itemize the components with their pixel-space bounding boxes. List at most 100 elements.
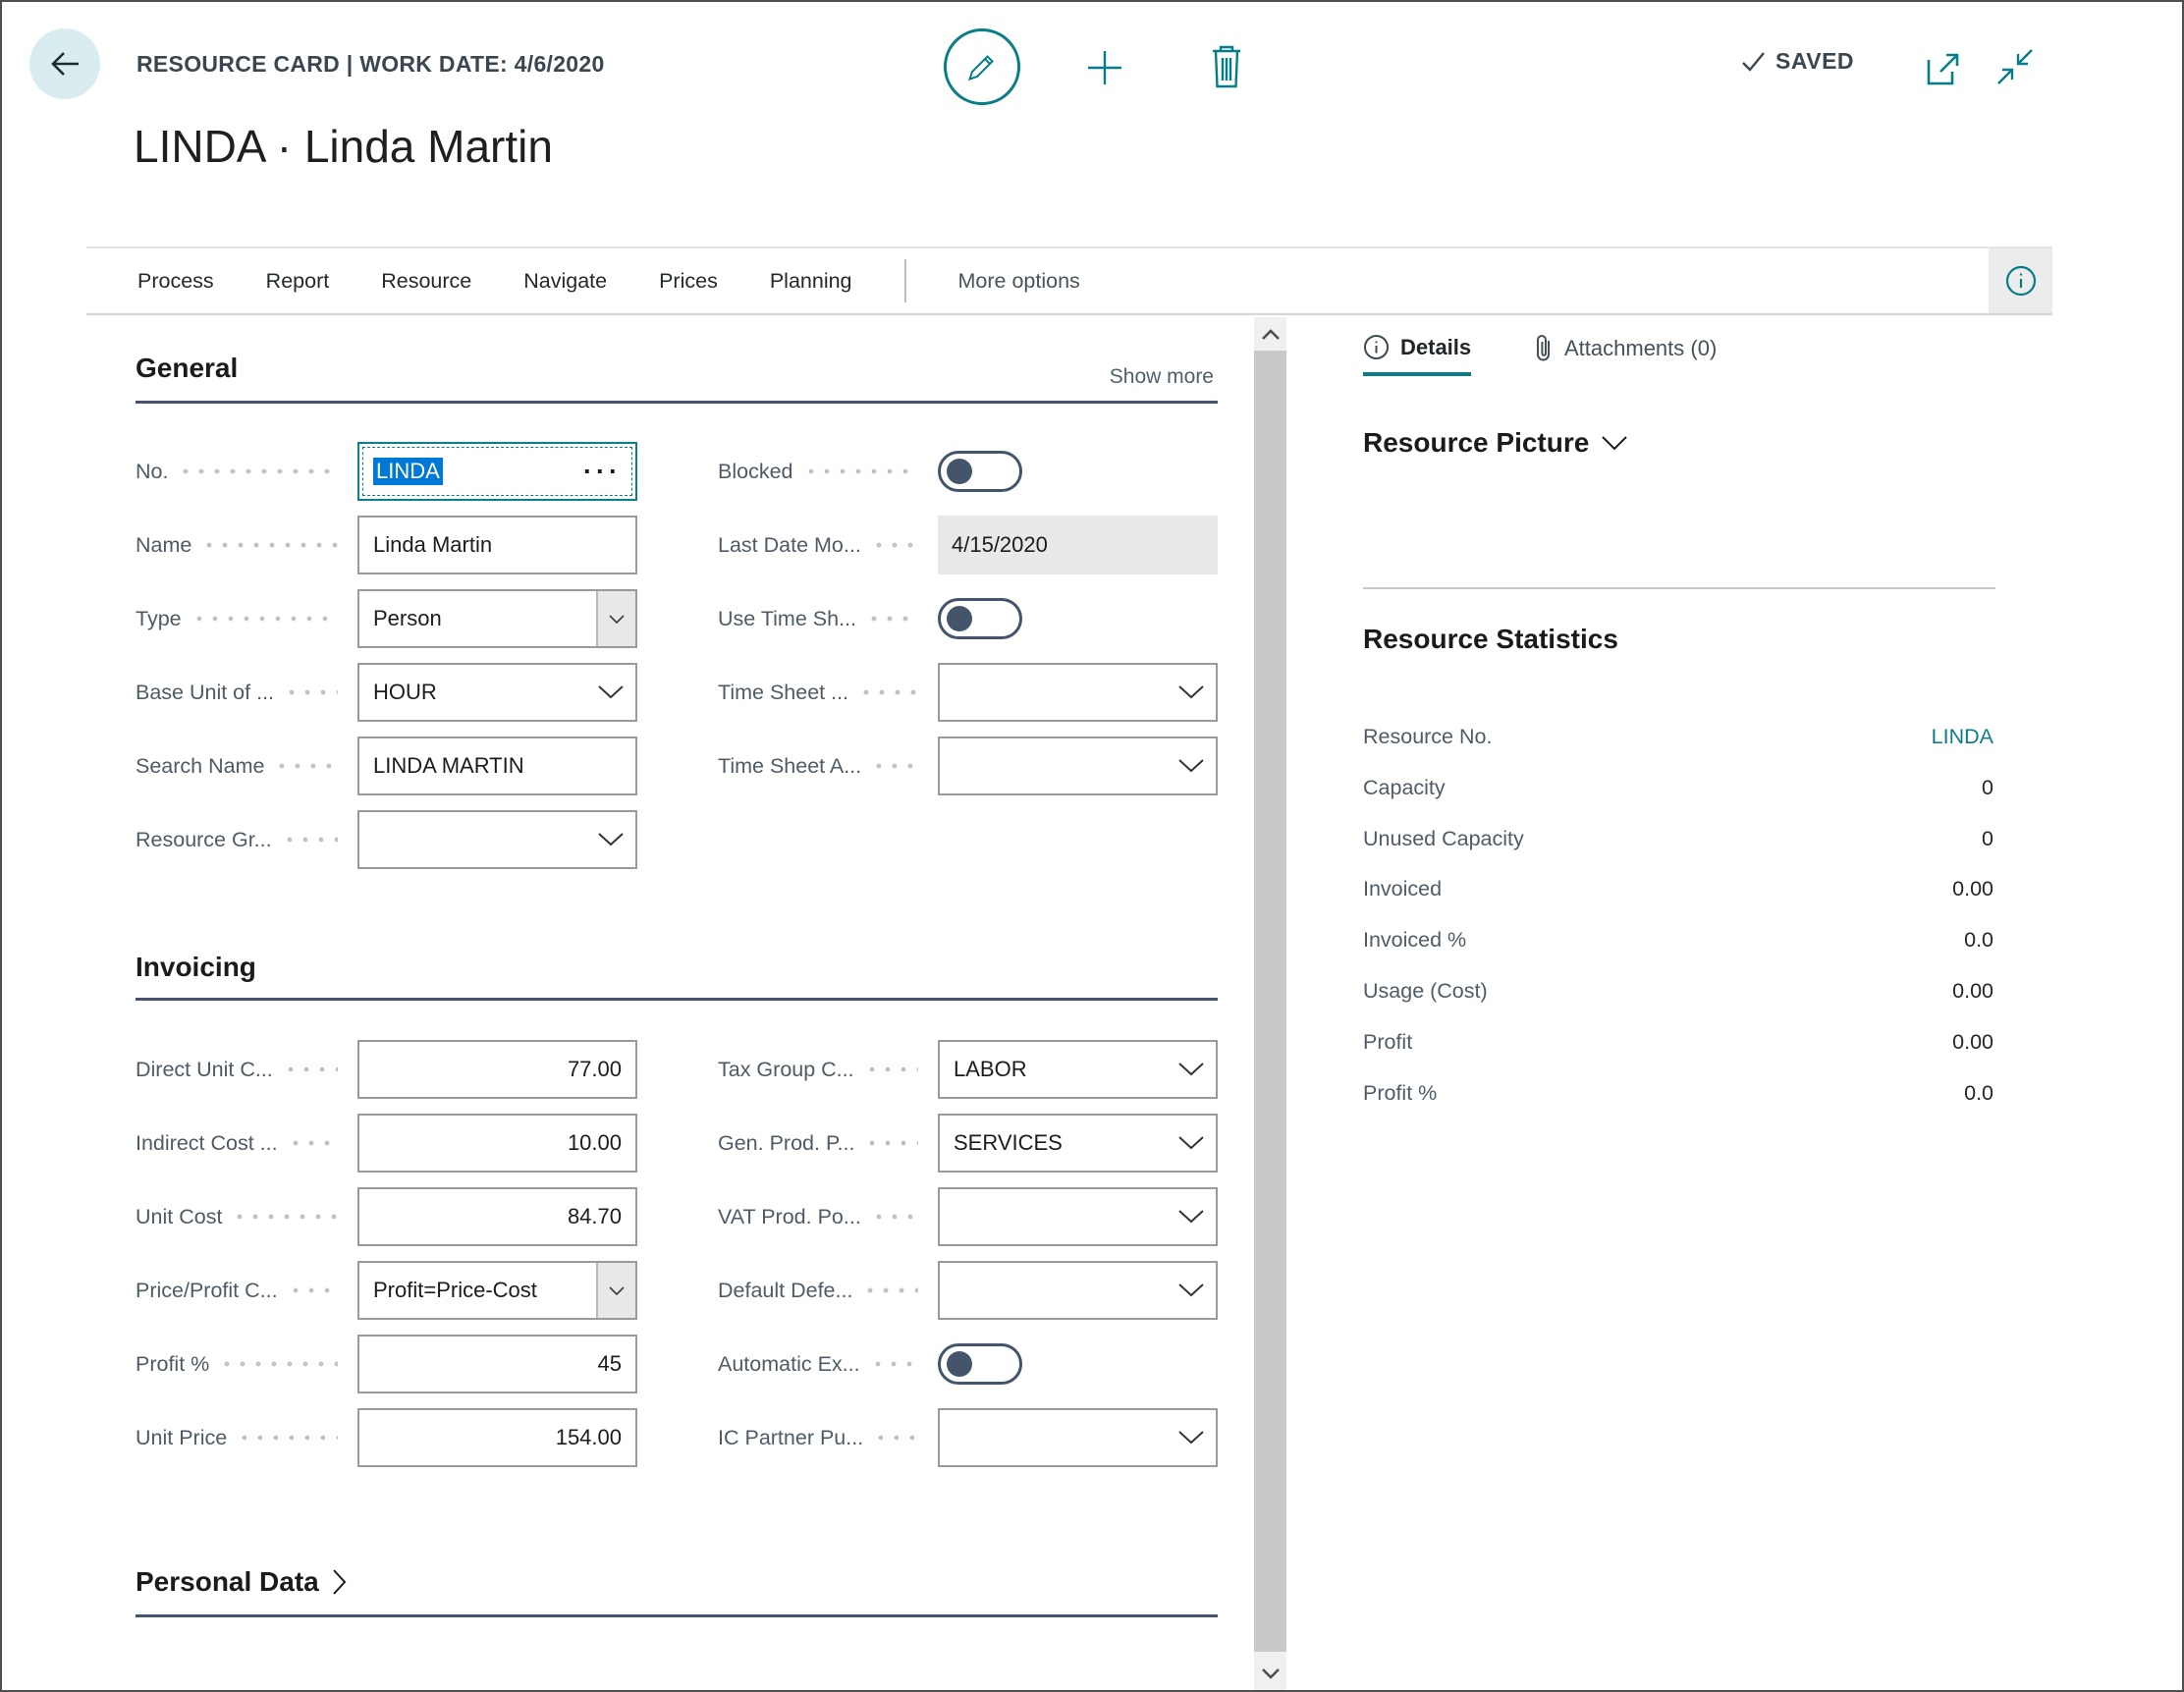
base-unit-dropdown[interactable]: HOUR xyxy=(357,663,637,722)
delete-button[interactable] xyxy=(1202,41,1251,92)
type-dropdown-button[interactable] xyxy=(596,591,635,646)
back-button[interactable] xyxy=(29,28,100,99)
stat-label: Invoiced % xyxy=(1363,928,1466,953)
general-section-heading[interactable]: General xyxy=(136,353,238,384)
stat-row-profit-pct: Profit % 0.0 xyxy=(1363,1067,1993,1119)
paperclip-icon xyxy=(1534,334,1554,363)
dotted-leader xyxy=(283,1066,338,1072)
popout-icon xyxy=(1925,50,1962,87)
field-row: Name Linda Martin xyxy=(136,516,637,574)
unit-price-input[interactable]: 154.00 xyxy=(357,1408,637,1467)
menu-item-process[interactable]: Process xyxy=(137,269,214,294)
stat-row-unused-capacity: Unused Capacity 0 xyxy=(1363,813,1993,864)
pencil-icon xyxy=(964,49,1000,84)
dotted-leader xyxy=(288,1287,338,1293)
invoicing-section-heading[interactable]: Invoicing xyxy=(136,952,256,983)
tab-attachments[interactable]: Attachments (0) xyxy=(1534,334,1717,363)
chevron-down-icon xyxy=(609,1286,625,1295)
blocked-toggle[interactable] xyxy=(938,451,1022,492)
vat-prod-posting-dropdown[interactable] xyxy=(938,1187,1218,1246)
menu-item-report[interactable]: Report xyxy=(266,269,330,294)
unit-price-label: Unit Price xyxy=(136,1426,227,1450)
personal-data-section-heading[interactable]: Personal Data xyxy=(136,1566,347,1598)
toggle-knob xyxy=(947,459,972,484)
scroll-down-button[interactable] xyxy=(1254,1657,1286,1690)
base-unit-label: Base Unit of ... xyxy=(136,681,274,705)
dotted-leader xyxy=(201,542,338,548)
field-row: Profit % 45 xyxy=(136,1335,637,1393)
stat-label: Profit % xyxy=(1363,1081,1437,1106)
profit-pct-input[interactable]: 45 xyxy=(357,1335,637,1393)
field-row: Price/Profit C... Profit=Price-Cost xyxy=(136,1261,637,1320)
page-title: LINDA · Linda Martin xyxy=(134,120,553,173)
dotted-leader xyxy=(178,468,338,474)
name-label: Name xyxy=(136,533,191,558)
menu-item-resource[interactable]: Resource xyxy=(381,269,471,294)
search-name-label: Search Name xyxy=(136,754,264,779)
factbox-divider xyxy=(1363,587,1995,589)
time-sheet-approver-dropdown[interactable] xyxy=(938,737,1218,795)
edit-button[interactable] xyxy=(944,28,1020,105)
dotted-leader xyxy=(858,689,918,695)
field-row: Blocked xyxy=(718,442,1218,501)
menu-item-prices[interactable]: Prices xyxy=(659,269,718,294)
field-row: Time Sheet A... xyxy=(718,737,1218,795)
context-info-button[interactable] xyxy=(1989,248,2052,313)
dotted-leader xyxy=(871,763,918,769)
time-sheet-owner-dropdown[interactable] xyxy=(938,663,1218,722)
field-row: Indirect Cost ... 10.00 xyxy=(136,1114,637,1173)
show-more-link[interactable]: Show more xyxy=(1110,365,1214,389)
dotted-leader xyxy=(864,1066,918,1072)
ic-partner-label: IC Partner Pu... xyxy=(718,1426,863,1450)
vertical-scrollbar[interactable] xyxy=(1254,317,1286,1690)
search-name-input[interactable]: LINDA MARTIN xyxy=(357,737,637,795)
resource-card-window: RESOURCE CARD | WORK DATE: 4/6/2020 xyxy=(0,0,2184,1692)
stat-label: Capacity xyxy=(1363,776,1446,800)
automatic-ext-texts-label: Automatic Ex... xyxy=(718,1352,860,1377)
use-time-sheet-toggle[interactable] xyxy=(938,598,1022,639)
time-sheet-owner-label: Time Sheet ... xyxy=(718,681,848,705)
indirect-cost-input[interactable]: 10.00 xyxy=(357,1114,637,1173)
tab-attachments-label: Attachments (0) xyxy=(1564,336,1717,361)
unit-cost-input[interactable]: 84.70 xyxy=(357,1187,637,1246)
menu-item-planning[interactable]: Planning xyxy=(770,269,852,294)
resource-group-dropdown[interactable] xyxy=(357,810,637,869)
back-arrow-icon xyxy=(45,44,84,83)
gen-prod-posting-label: Gen. Prod. P... xyxy=(718,1131,854,1156)
no-input[interactable]: LINDA ··· xyxy=(357,442,637,501)
tab-details[interactable]: Details xyxy=(1363,334,1471,376)
menu-item-navigate[interactable]: Navigate xyxy=(523,269,607,294)
automatic-ext-texts-toggle[interactable] xyxy=(938,1343,1022,1385)
new-button[interactable] xyxy=(1082,45,1127,90)
invoicing-section-rule xyxy=(136,998,1218,1001)
field-row: IC Partner Pu... xyxy=(718,1408,1218,1467)
field-row: Tax Group C... LABOR xyxy=(718,1040,1218,1099)
dotted-leader xyxy=(232,1214,338,1220)
default-deferral-dropdown[interactable] xyxy=(938,1261,1218,1320)
price-profit-dropdown-button[interactable] xyxy=(596,1263,635,1318)
scrollbar-thumb[interactable] xyxy=(1254,351,1286,1652)
tax-group-dropdown[interactable]: LABOR xyxy=(938,1040,1218,1099)
gen-prod-posting-dropdown[interactable]: SERVICES xyxy=(938,1114,1218,1173)
more-options-button[interactable]: More options xyxy=(958,269,1080,294)
scroll-up-button[interactable] xyxy=(1254,317,1286,351)
check-icon xyxy=(1740,48,1767,75)
stat-label: Usage (Cost) xyxy=(1363,979,1488,1004)
info-icon xyxy=(2004,264,2038,298)
stat-value: 0.00 xyxy=(1952,877,1993,901)
dotted-leader xyxy=(870,1361,918,1367)
tab-details-label: Details xyxy=(1400,335,1471,360)
stat-value-link[interactable]: LINDA xyxy=(1932,725,1993,749)
name-input[interactable]: Linda Martin xyxy=(357,516,637,574)
collapse-header-button[interactable] xyxy=(1992,43,2039,90)
stat-value: 0.0 xyxy=(1964,928,1993,953)
open-in-new-window-button[interactable] xyxy=(1922,47,1965,90)
stat-label: Resource No. xyxy=(1363,725,1492,749)
field-row: Automatic Ex... xyxy=(718,1335,1218,1393)
personal-data-heading-label: Personal Data xyxy=(136,1566,319,1598)
ic-partner-dropdown[interactable] xyxy=(938,1408,1218,1467)
direct-unit-cost-input[interactable]: 77.00 xyxy=(357,1040,637,1099)
field-row: Type Person xyxy=(136,589,637,648)
stat-value: 0.00 xyxy=(1952,1030,1993,1055)
resource-picture-heading[interactable]: Resource Picture xyxy=(1363,427,1627,459)
